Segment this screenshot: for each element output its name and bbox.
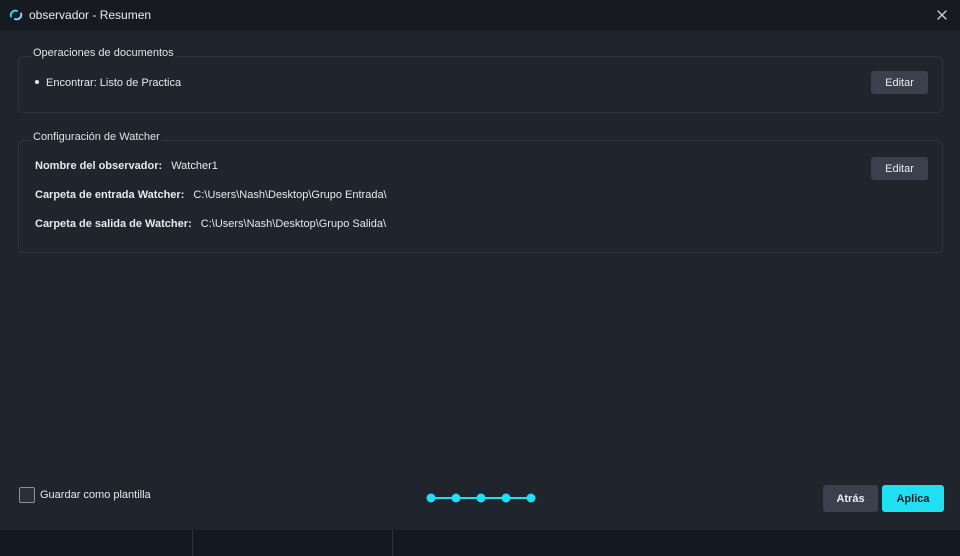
list-item: Encontrar: Listo de Practica bbox=[35, 77, 181, 89]
watcher-name-row: Nombre del observador: Watcher1 bbox=[35, 160, 218, 172]
bullet-icon bbox=[35, 80, 39, 84]
window-title: observador - Resumen bbox=[29, 8, 152, 22]
save-template-label: Guardar como plantilla bbox=[40, 489, 151, 501]
operation-label: Encontrar: Listo de Practica bbox=[46, 77, 182, 89]
step-dot bbox=[501, 493, 511, 503]
edit-operations-button[interactable]: Editar bbox=[871, 71, 928, 94]
title-bar: observador - Resumen bbox=[0, 0, 960, 30]
back-button[interactable]: Atrás bbox=[823, 485, 878, 512]
field-value: C:\Users\Nash\Desktop\Grupo Entrada\ bbox=[193, 189, 387, 201]
edit-watcher-button[interactable]: Editar bbox=[871, 157, 928, 180]
field-label: Carpeta de salida de Watcher: bbox=[35, 218, 192, 230]
field-label: Carpeta de entrada Watcher: bbox=[35, 189, 185, 201]
step-progress-indicator bbox=[426, 493, 536, 503]
document-operations-section: Operaciones de documentos Encontrar: Lis… bbox=[18, 47, 943, 113]
step-dot bbox=[526, 493, 536, 503]
field-value: Watcher1 bbox=[171, 160, 218, 172]
close-icon bbox=[937, 10, 947, 20]
step-dot bbox=[476, 493, 486, 503]
status-bar bbox=[0, 530, 960, 556]
status-divider bbox=[192, 530, 193, 556]
save-template-checkbox[interactable]: Guardar como plantilla bbox=[19, 487, 151, 503]
status-divider bbox=[392, 530, 393, 556]
field-value: C:\Users\Nash\Desktop\Grupo Salida\ bbox=[200, 218, 387, 230]
field-label: Nombre del observador: bbox=[35, 160, 163, 172]
checkbox[interactable] bbox=[19, 487, 35, 503]
section-title: Configuración de Watcher bbox=[32, 131, 161, 143]
step-dot bbox=[451, 493, 461, 503]
section-title: Operaciones de documentos bbox=[32, 47, 175, 59]
step-dot bbox=[426, 493, 436, 503]
output-folder-row: Carpeta de salida de Watcher: C:\Users\N… bbox=[35, 218, 386, 230]
input-folder-row: Carpeta de entrada Watcher: C:\Users\Nas… bbox=[35, 189, 387, 201]
watcher-config-section: Configuración de Watcher Nombre del obse… bbox=[18, 131, 943, 253]
close-button[interactable] bbox=[932, 5, 952, 25]
apply-button[interactable]: Aplica bbox=[882, 485, 944, 512]
observer-sync-icon bbox=[9, 9, 23, 21]
